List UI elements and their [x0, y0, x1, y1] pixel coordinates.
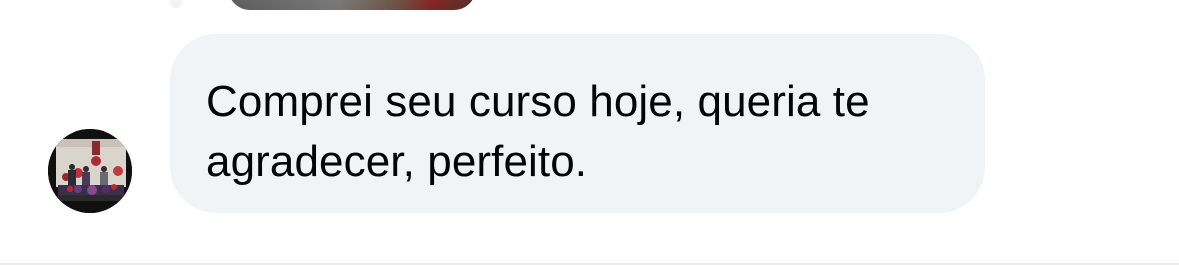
image-attachment-shade [228, 0, 476, 10]
previous-message-bubble-edge [170, 0, 182, 8]
previous-image-attachment[interactable] [228, 0, 476, 10]
group-photo-avatar-icon [48, 129, 132, 213]
message-bubble[interactable]: Comprei seu curso hoje, queria te agrade… [170, 34, 985, 213]
sender-avatar[interactable] [48, 129, 132, 213]
message-text: Comprei seu curso hoje, queria te agrade… [206, 77, 870, 186]
